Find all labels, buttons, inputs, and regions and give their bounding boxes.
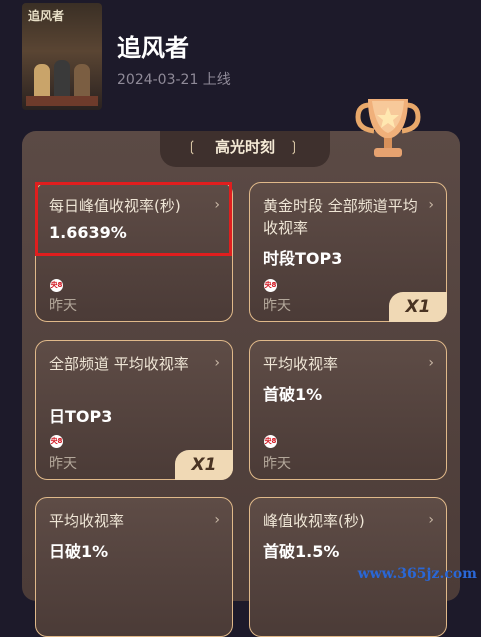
poster-figure <box>34 64 50 100</box>
show-title: 追风者 <box>117 34 189 62</box>
chevron-right-icon: › <box>214 512 220 528</box>
show-poster[interactable]: 追风者 <box>22 3 102 110</box>
cctv8-icon: 央8 <box>50 279 63 292</box>
chevron-right-icon: › <box>214 355 220 371</box>
cctv8-icon: 央8 <box>264 435 277 448</box>
poster-table <box>26 96 98 106</box>
multiplier-badge: X1 <box>175 450 233 480</box>
laurel-right-icon: ❳ <box>288 139 300 155</box>
highlight-card[interactable]: 平均收视率 › 日破1% <box>35 497 233 637</box>
highlight-card[interactable]: 平均收视率 › 首破1% 央8 昨天 <box>249 340 447 480</box>
card-label: 全部频道 平均收视率 <box>49 355 189 373</box>
poster-title: 追风者 <box>28 9 65 23</box>
highlight-card[interactable]: 全部频道 平均收视率 › 日TOP3 央8 昨天 X1 <box>35 340 233 480</box>
card-value: 日TOP3 <box>49 407 113 426</box>
section-title: 高光时刻 <box>214 138 275 156</box>
cctv8-icon: 央8 <box>264 279 277 292</box>
card-value: 日破1% <box>49 542 109 561</box>
card-day: 昨天 <box>263 456 291 472</box>
card-label: 峰值收视率(秒) <box>263 512 365 530</box>
card-value: 首破1.5% <box>263 542 340 561</box>
card-value: 首破1% <box>263 385 323 404</box>
card-label: 平均收视率 <box>263 355 339 373</box>
card-day: 昨天 <box>49 456 77 472</box>
poster-figure <box>74 64 90 100</box>
multiplier-badge: X1 <box>389 292 447 322</box>
poster-figure <box>54 60 70 100</box>
annotation-highlight-box <box>35 182 232 256</box>
trophy-icon <box>355 99 421 157</box>
chevron-right-icon: › <box>428 512 434 528</box>
cctv8-icon: 央8 <box>50 435 63 448</box>
card-value: 时段TOP3 <box>263 249 343 268</box>
watermark: www.365jz.com <box>357 566 477 582</box>
highlight-card[interactable]: 黄金时段 全部频道平均收视率 › 时段TOP3 央8 昨天 X1 <box>249 182 447 322</box>
card-day: 昨天 <box>263 298 291 314</box>
card-label: 平均收视率 <box>49 512 125 530</box>
card-label: 黄金时段 全部频道平均收视率 <box>263 197 418 237</box>
card-day: 昨天 <box>49 298 77 314</box>
chevron-right-icon: › <box>428 197 434 213</box>
chevron-right-icon: › <box>428 355 434 371</box>
release-date: 2024-03-21 上线 <box>117 72 231 88</box>
